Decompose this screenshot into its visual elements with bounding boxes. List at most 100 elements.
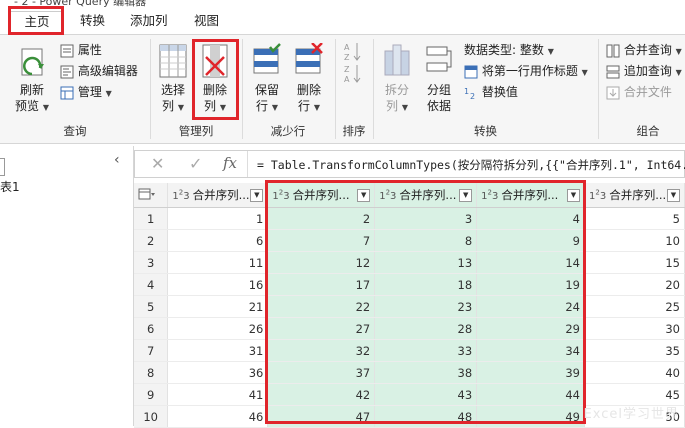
table-cell[interactable]: 10 xyxy=(584,229,685,252)
sort-descending-button[interactable]: Z A xyxy=(344,63,362,86)
table-cell[interactable]: 25 xyxy=(584,295,685,318)
table-cell[interactable]: 9 xyxy=(476,229,585,252)
column-header[interactable]: 123 合并序列... ▼ xyxy=(167,183,269,208)
table-cell[interactable]: 49 xyxy=(476,405,585,428)
replace-values-button[interactable]: 12 替换值 xyxy=(464,83,518,101)
table-cell[interactable]: 26 xyxy=(167,317,269,340)
table-cell[interactable]: 38 xyxy=(374,361,478,384)
table-cell[interactable]: 39 xyxy=(476,361,585,384)
table-cell[interactable]: 34 xyxy=(476,339,585,362)
table-cell[interactable]: 6 xyxy=(167,229,269,252)
table-cell[interactable]: 43 xyxy=(374,383,478,406)
keep-rows-button[interactable] xyxy=(252,43,282,80)
tab-add-column[interactable]: 添加列 xyxy=(124,11,174,31)
row-number[interactable]: 6 xyxy=(134,317,169,340)
formula-input[interactable]: = Table.TransformColumnTypes(按分隔符拆分列,{{"… xyxy=(257,157,685,173)
integer-type-icon[interactable]: 123 xyxy=(272,189,289,202)
table-cell[interactable]: 28 xyxy=(374,317,478,340)
table-cell[interactable]: 29 xyxy=(476,317,585,340)
tab-view[interactable]: 视图 xyxy=(188,11,225,31)
split-column-button[interactable] xyxy=(382,43,412,80)
table-cell[interactable]: 8 xyxy=(374,229,478,252)
integer-type-icon[interactable]: 123 xyxy=(481,189,498,202)
table-cell[interactable]: 19 xyxy=(476,273,585,296)
remove-rows-button[interactable] xyxy=(294,42,324,80)
table-cell[interactable]: 42 xyxy=(267,383,376,406)
function-fx-icon[interactable]: fx xyxy=(223,154,237,172)
column-header[interactable]: 123 合并序列... ▼ xyxy=(374,183,478,208)
table-cell[interactable]: 2 xyxy=(267,207,376,230)
row-number[interactable]: 2 xyxy=(134,229,169,252)
table-cell[interactable]: 18 xyxy=(374,273,478,296)
table-cell[interactable]: 12 xyxy=(267,251,376,274)
filter-dropdown-icon[interactable]: ▼ xyxy=(459,188,473,202)
filter-dropdown-icon[interactable]: ▼ xyxy=(566,188,580,202)
query-item[interactable]: 表1 xyxy=(0,178,20,195)
table-cell[interactable]: 48 xyxy=(374,405,478,428)
choose-columns-button[interactable] xyxy=(158,43,188,82)
advanced-editor-button[interactable]: 高级编辑器 xyxy=(60,62,138,80)
row-number[interactable]: 7 xyxy=(134,339,169,362)
table-cell[interactable]: 30 xyxy=(584,317,685,340)
sort-ascending-button[interactable]: A Z xyxy=(344,41,362,64)
append-queries-button[interactable]: 追加查询 ▼ xyxy=(606,62,682,80)
row-number[interactable]: 4 xyxy=(134,273,169,296)
manage-button[interactable]: 管理 ▼ xyxy=(60,83,112,101)
collapse-pane-chevron-icon[interactable]: ‹ xyxy=(114,152,120,168)
row-number[interactable]: 9 xyxy=(134,383,169,406)
table-cell[interactable]: 13 xyxy=(374,251,478,274)
table-cell[interactable]: 3 xyxy=(374,207,478,230)
column-header[interactable]: 123 合并序列... ▼ xyxy=(584,183,685,208)
table-cell[interactable]: 7 xyxy=(267,229,376,252)
row-number[interactable]: 8 xyxy=(134,361,169,384)
table-cell[interactable]: 41 xyxy=(167,383,269,406)
integer-type-icon[interactable]: 123 xyxy=(589,189,606,202)
table-cell[interactable]: 20 xyxy=(584,273,685,296)
table-cell[interactable]: 36 xyxy=(167,361,269,384)
table-cell[interactable]: 15 xyxy=(584,251,685,274)
table-cell[interactable]: 46 xyxy=(167,405,269,428)
table-cell[interactable]: 11 xyxy=(167,251,269,274)
table-cell[interactable]: 44 xyxy=(476,383,585,406)
table-cell[interactable]: 32 xyxy=(267,339,376,362)
properties-button[interactable]: 属性 xyxy=(60,41,102,59)
confirm-formula-icon[interactable]: ✓ xyxy=(189,154,202,173)
cancel-formula-icon[interactable]: ✕ xyxy=(151,154,164,173)
table-cell[interactable]: 14 xyxy=(476,251,585,274)
table-cell[interactable]: 31 xyxy=(167,339,269,362)
table-menu-header[interactable] xyxy=(134,183,169,208)
table-cell[interactable]: 16 xyxy=(167,273,269,296)
combine-files-button[interactable]: 合并文件 xyxy=(606,83,672,101)
table-cell[interactable]: 35 xyxy=(584,339,685,362)
table-cell[interactable]: 5 xyxy=(584,207,685,230)
row-number[interactable]: 5 xyxy=(134,295,169,318)
table-cell[interactable]: 17 xyxy=(267,273,376,296)
row-number[interactable]: 3 xyxy=(134,251,169,274)
group-by-button[interactable] xyxy=(424,43,454,80)
table-cell[interactable]: 37 xyxy=(267,361,376,384)
data-type-dropdown[interactable]: 数据类型: 整数 ▼ xyxy=(464,41,554,59)
table-cell[interactable]: 33 xyxy=(374,339,478,362)
table-cell[interactable]: 40 xyxy=(584,361,685,384)
table-cell[interactable]: 47 xyxy=(267,405,376,428)
use-first-row-as-headers-button[interactable]: 将第一行用作标题 ▼ xyxy=(464,62,588,80)
table-cell[interactable]: 4 xyxy=(476,207,585,230)
column-header[interactable]: 123 合并序列... ▼ xyxy=(476,183,585,208)
tab-home[interactable]: 主页 xyxy=(10,11,64,32)
table-cell[interactable]: 1 xyxy=(167,207,269,230)
table-cell[interactable]: 22 xyxy=(267,295,376,318)
tab-transform[interactable]: 转换 xyxy=(74,11,111,31)
table-cell[interactable]: 23 xyxy=(374,295,478,318)
remove-columns-button[interactable] xyxy=(200,43,230,82)
filter-dropdown-icon[interactable]: ▼ xyxy=(667,188,680,202)
filter-dropdown-icon[interactable]: ▼ xyxy=(357,188,371,202)
integer-type-icon[interactable]: 123 xyxy=(172,189,189,202)
integer-type-icon[interactable]: 123 xyxy=(379,189,396,202)
table-cell[interactable]: 24 xyxy=(476,295,585,318)
table-cell[interactable]: 21 xyxy=(167,295,269,318)
column-header[interactable]: 123 合并序列... ▼ xyxy=(267,183,376,208)
row-number[interactable]: 1 xyxy=(134,207,169,230)
table-cell[interactable]: 27 xyxy=(267,317,376,340)
row-number[interactable]: 10 xyxy=(134,405,169,428)
merge-queries-button[interactable]: 合并查询 ▼ xyxy=(606,41,682,59)
